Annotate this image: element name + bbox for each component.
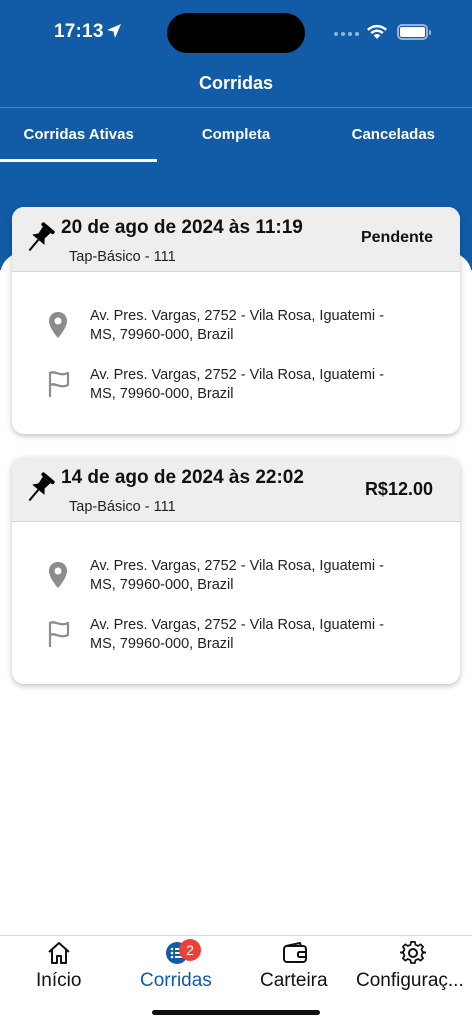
ride-origin-line1: Av. Pres. Vargas, 2752 - Vila Rosa, Igua… xyxy=(90,558,384,574)
ride-card-header: 20 de ago de 2024 às 11:19 Tap-Básico - … xyxy=(12,207,460,272)
location-pin-icon xyxy=(49,312,67,338)
nav-label-configuracoes: Configuraç... xyxy=(356,970,464,991)
ride-destination-line1: Av. Pres. Vargas, 2752 - Vila Rosa, Igua… xyxy=(90,367,384,383)
flag-icon xyxy=(48,621,70,647)
wallet-icon xyxy=(283,942,307,963)
nav-item-inicio[interactable]: Início xyxy=(0,936,118,1016)
flag-icon xyxy=(48,371,70,397)
tab-corridas-ativas[interactable]: Corridas Ativas xyxy=(0,108,158,164)
ride-date: 20 de ago de 2024 às 11:19 xyxy=(61,217,303,238)
ride-card[interactable]: 14 de ago de 2024 às 22:02 Tap-Básico - … xyxy=(12,457,460,684)
home-icon xyxy=(48,942,70,964)
pushpin-icon xyxy=(28,472,55,502)
wifi-icon xyxy=(367,24,387,39)
location-arrow-icon xyxy=(107,24,121,38)
nav-label-corridas: Corridas xyxy=(140,970,212,991)
ride-service: Tap-Básico - 111 xyxy=(69,499,176,515)
ride-card[interactable]: 20 de ago de 2024 às 11:19 Tap-Básico - … xyxy=(12,207,460,434)
ride-service: Tap-Básico - 111 xyxy=(69,249,176,265)
ride-destination-line2: MS, 79960-000, Brazil xyxy=(90,636,234,652)
ride-destination-line1: Av. Pres. Vargas, 2752 - Vila Rosa, Igua… xyxy=(90,617,384,633)
page-title: Corridas xyxy=(198,73,274,93)
ride-card-header: 14 de ago de 2024 às 22:02 Tap-Básico - … xyxy=(12,457,460,522)
nav-item-carteira[interactable]: Carteira xyxy=(236,936,354,1016)
ride-origin-line2: MS, 79960-000, Brazil xyxy=(90,327,234,343)
ride-destination-line2: MS, 79960-000, Brazil xyxy=(90,386,234,402)
nav-label-inicio: Início xyxy=(36,970,82,991)
battery-icon xyxy=(397,24,431,40)
home-indicator xyxy=(152,1010,320,1015)
ride-destination: Av. Pres. Vargas, 2752 - Vila Rosa, Igua… xyxy=(90,366,430,404)
tab-completa[interactable]: Completa xyxy=(157,108,314,164)
ride-origin-line2: MS, 79960-000, Brazil xyxy=(90,577,234,593)
nav-label-carteira: Carteira xyxy=(260,970,328,991)
ride-origin: Av. Pres. Vargas, 2752 - Vila Rosa, Igua… xyxy=(90,307,430,345)
gear-icon xyxy=(400,941,426,964)
status-time: 17:13 xyxy=(54,21,104,42)
status-bar: 17:13 xyxy=(0,0,472,62)
ride-price: R$12.00 xyxy=(364,479,433,499)
pushpin-icon xyxy=(28,222,55,252)
nav-item-configuracoes[interactable]: Configuraç... xyxy=(354,936,472,1016)
dynamic-island xyxy=(167,13,305,53)
cellular-signal-icon xyxy=(334,32,359,36)
nav-item-corridas[interactable]: Corridas xyxy=(118,936,236,1016)
ride-origin: Av. Pres. Vargas, 2752 - Vila Rosa, Igua… xyxy=(90,557,430,595)
ride-status: Pendente xyxy=(360,229,433,246)
ride-tabs: Corridas Ativas Completa Canceladas xyxy=(0,108,472,164)
ride-origin-line1: Av. Pres. Vargas, 2752 - Vila Rosa, Igua… xyxy=(90,308,384,324)
location-pin-icon xyxy=(49,562,67,588)
notification-badge: 2 xyxy=(179,939,201,961)
tab-canceladas[interactable]: Canceladas xyxy=(315,108,472,164)
ride-destination: Av. Pres. Vargas, 2752 - Vila Rosa, Igua… xyxy=(90,616,430,654)
ride-date: 14 de ago de 2024 às 22:02 xyxy=(61,467,304,488)
